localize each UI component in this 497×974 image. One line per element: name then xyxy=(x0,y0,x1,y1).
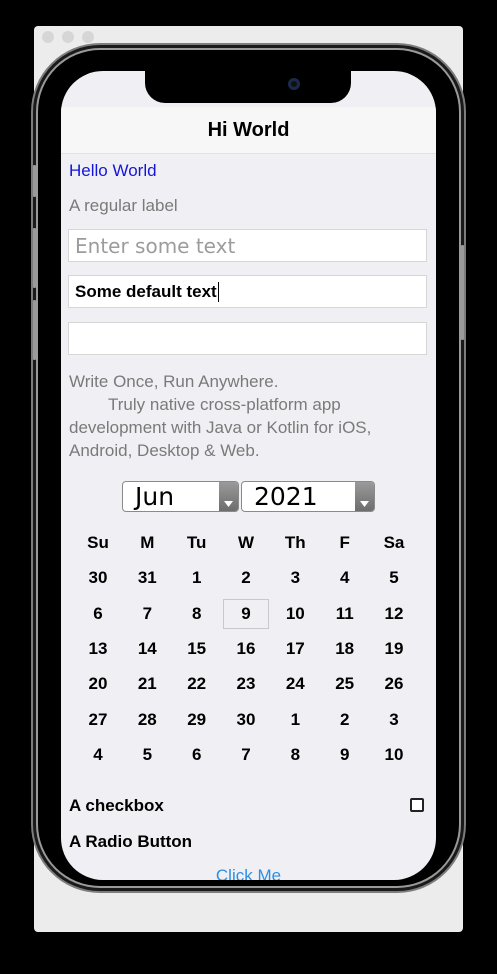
year-picker[interactable]: 2021 xyxy=(241,481,375,512)
calendar-day[interactable]: 3 xyxy=(371,705,417,735)
form-content: Hello World A regular label Enter some t… xyxy=(61,153,436,880)
calendar-day[interactable]: 30 xyxy=(75,563,121,593)
calendar-day[interactable]: 23 xyxy=(223,669,269,699)
calendar-day[interactable]: 13 xyxy=(75,634,121,664)
calendar-day[interactable]: 1 xyxy=(174,563,220,593)
calendar-day[interactable]: 12 xyxy=(371,599,417,629)
calendar-day[interactable]: 25 xyxy=(322,669,368,699)
calendar-day[interactable]: 28 xyxy=(124,705,170,735)
navigation-bar: Hi World xyxy=(61,107,436,154)
checkbox-label: A checkbox xyxy=(69,796,164,815)
calendar-day[interactable]: 6 xyxy=(174,740,220,770)
calendar-day[interactable]: 3 xyxy=(272,563,318,593)
calendar-day[interactable]: 29 xyxy=(174,705,220,735)
text-field-placeholder[interactable]: Enter some text xyxy=(68,229,427,262)
minimize-window-button[interactable] xyxy=(62,31,74,43)
mute-switch xyxy=(33,165,36,197)
close-window-button[interactable] xyxy=(42,31,54,43)
click-me-button[interactable]: Click Me xyxy=(61,866,436,880)
description-body: Truly native cross-platform app developm… xyxy=(69,395,372,460)
text-caret xyxy=(217,281,219,302)
calendar-day[interactable]: 9 xyxy=(322,740,368,770)
text-field-empty[interactable] xyxy=(68,322,427,355)
chevron-down-icon xyxy=(219,482,238,511)
calendar-day[interactable]: 20 xyxy=(75,669,121,699)
weekday-label: Su xyxy=(87,533,109,552)
calendar-day[interactable]: 7 xyxy=(124,599,170,629)
zoom-window-button[interactable] xyxy=(82,31,94,43)
weekday-label: Sa xyxy=(383,533,405,552)
weekday-label: F xyxy=(339,533,350,552)
calendar-day[interactable]: 8 xyxy=(174,599,220,629)
calendar-day[interactable]: 4 xyxy=(75,740,121,770)
field-value: Some default text xyxy=(75,281,217,301)
calendar-day[interactable]: 5 xyxy=(124,740,170,770)
calendar-day[interactable]: 14 xyxy=(124,634,170,664)
calendar-day[interactable]: 10 xyxy=(272,599,318,629)
description-line-1: Write Once, Run Anywhere. xyxy=(69,372,279,391)
description-text: Write Once, Run Anywhere. Truly native c… xyxy=(69,370,414,462)
weekday-label: Th xyxy=(284,533,306,552)
calendar-day[interactable]: 9 xyxy=(223,599,269,629)
month-picker[interactable]: Jun xyxy=(122,481,239,512)
placeholder-text: Enter some text xyxy=(75,233,236,258)
calendar-day[interactable]: 1 xyxy=(272,705,318,735)
weekday-label: M xyxy=(140,533,155,552)
calendar-day[interactable]: 18 xyxy=(322,634,368,664)
chevron-down-icon xyxy=(355,482,374,511)
weekday-label: W xyxy=(237,533,255,552)
calendar-day[interactable]: 2 xyxy=(223,563,269,593)
camera-icon xyxy=(288,78,300,90)
calendar-day[interactable]: 6 xyxy=(75,599,121,629)
window-titlebar xyxy=(34,26,463,48)
calendar-day[interactable]: 26 xyxy=(371,669,417,699)
volume-up-button xyxy=(33,228,36,288)
calendar-day[interactable]: 24 xyxy=(272,669,318,699)
regular-label: A regular label xyxy=(69,196,178,215)
checkbox[interactable] xyxy=(410,798,424,812)
calendar-day[interactable]: 22 xyxy=(174,669,220,699)
year-value: 2021 xyxy=(254,482,318,511)
calendar-day[interactable]: 17 xyxy=(272,634,318,664)
radio-button[interactable]: A Radio Button xyxy=(69,832,192,852)
calendar-day[interactable]: 27 xyxy=(75,705,121,735)
notch xyxy=(145,71,351,103)
calendar-day[interactable]: 4 xyxy=(322,563,368,593)
calendar-day[interactable]: 5 xyxy=(371,563,417,593)
calendar-day[interactable]: 16 xyxy=(223,634,269,664)
calendar-day[interactable]: 10 xyxy=(371,740,417,770)
calendar-day[interactable]: 11 xyxy=(322,599,368,629)
text-field-default[interactable]: Some default text xyxy=(68,275,427,308)
hello-world-label: Hello World xyxy=(69,161,157,180)
phone-screen: Hi World Hello World A regular label Ent… xyxy=(61,71,436,880)
calendar-day[interactable]: 8 xyxy=(272,740,318,770)
page-title: Hi World xyxy=(207,118,290,141)
calendar-day[interactable]: 15 xyxy=(174,634,220,664)
calendar-day[interactable]: 31 xyxy=(124,563,170,593)
calendar-day[interactable]: 30 xyxy=(223,705,269,735)
calendar-day[interactable]: 2 xyxy=(322,705,368,735)
month-value: Jun xyxy=(135,482,175,511)
volume-down-button xyxy=(33,300,36,360)
power-button xyxy=(461,245,464,340)
calendar-day[interactable]: 19 xyxy=(371,634,417,664)
calendar-day[interactable]: 7 xyxy=(223,740,269,770)
weekday-label: Tu xyxy=(186,533,207,552)
calendar-day[interactable]: 21 xyxy=(124,669,170,699)
